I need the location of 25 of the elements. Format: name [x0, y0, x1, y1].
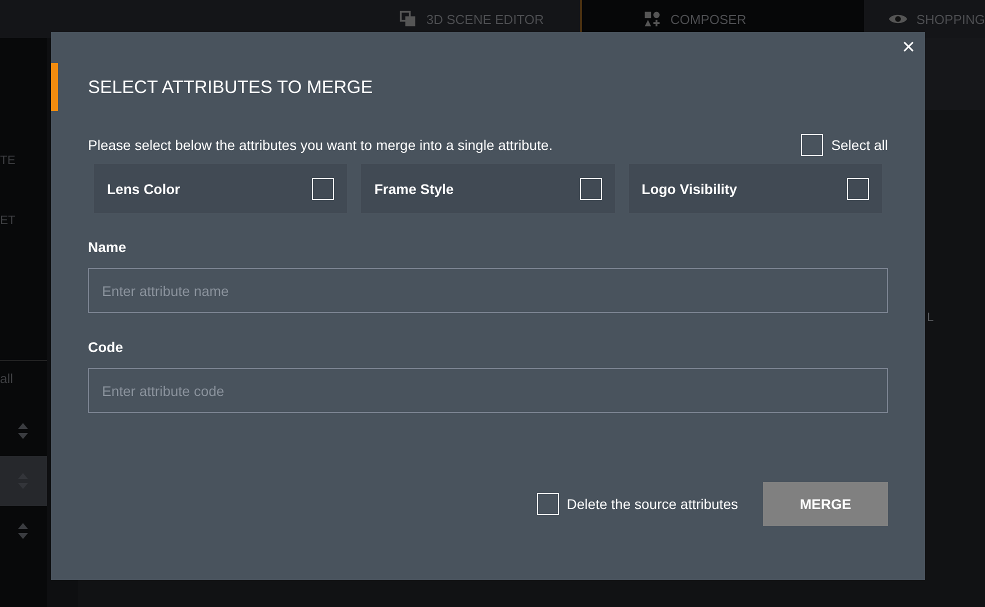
sort-icon: [17, 422, 29, 440]
app-tab[interactable]: SHOPPING: [864, 0, 985, 38]
field-label: Name: [88, 239, 128, 255]
select-all-checkbox[interactable]: [801, 134, 824, 156]
input-field[interactable]: Enter attribute code: [88, 368, 888, 413]
attribute-checkbox[interactable]: [846, 178, 869, 200]
panel-label: L: [927, 310, 934, 324]
close-button[interactable]: ×: [900, 36, 917, 58]
attribute-label: Frame Style: [374, 180, 454, 196]
attribute-label: Logo Visibility: [642, 180, 738, 196]
attribute-checkbox[interactable]: [580, 178, 602, 200]
app-tab[interactable]: 3D SCENE EDITOR: [398, 0, 580, 38]
input-field[interactable]: Enter attribute name: [88, 268, 888, 313]
field-label: Code: [88, 339, 124, 355]
title-accent: [51, 63, 58, 111]
attribute-checkbox[interactable]: [312, 178, 334, 200]
attribute-label: Lens Color: [107, 180, 180, 196]
select-all-label: Select all: [831, 137, 888, 153]
delete-source-checkbox[interactable]: [536, 493, 559, 515]
delete-source-label: Delete the source attributes: [566, 496, 738, 512]
dialog-title: SELECT ATTRIBUTES TO MERGE: [88, 76, 374, 99]
merge-button[interactable]: MERGE: [763, 482, 888, 526]
shapes-icon: [642, 10, 662, 28]
intro-text: Please select below the attributes you want to merge into a single attribute.: [88, 137, 553, 153]
sort-icon: [17, 522, 29, 540]
